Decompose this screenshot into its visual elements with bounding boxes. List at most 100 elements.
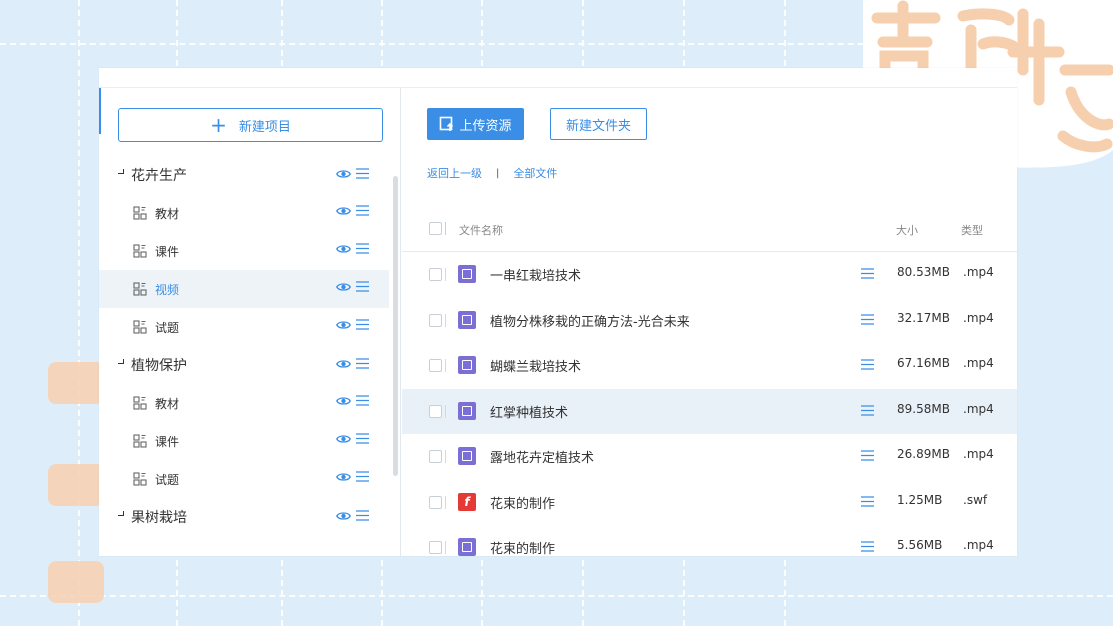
table-row[interactable]: 植物分株移栽的正确方法-光合未来 32.17MB .mp4 (402, 298, 1017, 344)
file-table-header: 文件名称 大小 类型 (402, 208, 1017, 252)
file-name[interactable]: 蝴蝶兰栽培技术 (490, 356, 581, 375)
table-row[interactable]: f 花束的制作 1.25MB .swf (402, 480, 1017, 526)
table-row[interactable]: 蝴蝶兰栽培技术 67.16MB .mp4 (402, 343, 1017, 389)
category-icon (133, 396, 147, 410)
tree-item[interactable]: 试题 (99, 460, 389, 498)
file-panel: 上传资源 新建文件夹 返回上一级 | 全部文件 文件名称 大小 类型 一串红栽培… (402, 88, 1017, 556)
menu-icon[interactable] (356, 167, 369, 183)
column-divider (445, 541, 446, 554)
collapse-toggle-icon[interactable] (118, 169, 125, 177)
eye-icon[interactable] (336, 281, 351, 296)
column-divider (445, 495, 446, 509)
row-actions (336, 205, 369, 220)
file-size: 67.16MB (897, 356, 950, 370)
collapse-toggle-icon[interactable] (118, 359, 125, 367)
menu-icon[interactable] (356, 471, 369, 486)
menu-icon[interactable] (356, 433, 369, 448)
new-project-button[interactable]: + 新建项目 (118, 108, 383, 142)
row-menu-icon[interactable] (861, 450, 874, 465)
collapse-toggle-icon[interactable] (118, 511, 125, 519)
breadcrumb: 返回上一级 | 全部文件 (427, 165, 557, 181)
menu-icon[interactable] (356, 395, 369, 410)
eye-icon[interactable] (336, 319, 351, 334)
sidebar-scrollbar[interactable] (393, 176, 398, 476)
menu-icon[interactable] (356, 319, 369, 334)
type-column-header: 类型 (961, 224, 983, 237)
row-checkbox[interactable] (429, 359, 442, 372)
row-menu-icon[interactable] (861, 404, 874, 420)
row-checkbox[interactable] (429, 268, 442, 281)
eye-icon[interactable] (336, 243, 351, 258)
row-actions (336, 167, 369, 183)
table-row[interactable]: 露地花卉定植技术 26.89MB .mp4 (402, 434, 1017, 480)
row-checkbox[interactable] (429, 450, 442, 463)
row-actions (336, 281, 369, 296)
row-menu-icon[interactable] (861, 313, 874, 329)
tree-group[interactable]: 花卉生产 (99, 156, 389, 194)
background-grid-line (78, 0, 80, 626)
file-name[interactable]: 露地花卉定植技术 (490, 447, 594, 466)
row-actions (336, 509, 369, 525)
file-type: .mp4 (963, 356, 994, 370)
menu-icon[interactable] (356, 205, 369, 220)
upload-resource-button[interactable]: 上传资源 (427, 108, 524, 140)
tree-group-label: 花卉生产 (131, 168, 187, 184)
row-menu-icon[interactable] (861, 495, 874, 511)
file-size: 5.56MB (897, 538, 943, 552)
file-name[interactable]: 一串红栽培技术 (490, 265, 581, 284)
video-file-icon (458, 401, 476, 420)
all-files-link[interactable]: 全部文件 (513, 165, 557, 181)
table-row[interactable]: 一串红栽培技术 80.53MB .mp4 (402, 252, 1017, 298)
seal-watermark-icon (48, 561, 104, 603)
row-menu-icon[interactable] (861, 268, 874, 283)
file-name[interactable]: 红掌种植技术 (490, 402, 568, 421)
window-top-strip (99, 68, 1017, 88)
table-row[interactable]: 红掌种植技术 89.58MB .mp4 (402, 388, 1017, 434)
tree-item[interactable]: 课件 (99, 422, 389, 460)
menu-icon[interactable] (356, 357, 369, 373)
eye-icon[interactable] (336, 205, 351, 220)
eye-icon[interactable] (336, 395, 351, 410)
row-checkbox[interactable] (429, 404, 442, 418)
tree-item[interactable]: 试题 (99, 308, 389, 346)
file-size: 80.53MB (897, 265, 950, 279)
video-file-icon (458, 356, 476, 374)
row-menu-icon[interactable] (861, 541, 874, 556)
row-checkbox[interactable] (429, 541, 442, 554)
background-grid-line (0, 595, 1113, 597)
tree-group[interactable]: 果树栽培 (99, 498, 389, 536)
column-divider (445, 222, 446, 235)
tree-item-label: 试题 (155, 320, 180, 335)
seal-watermark-icon (48, 362, 104, 404)
select-all-checkbox[interactable] (429, 222, 442, 235)
eye-icon[interactable] (336, 471, 351, 486)
tree-item[interactable]: 教材 (99, 384, 389, 422)
tree-item[interactable]: 课件 (99, 232, 389, 270)
new-folder-button[interactable]: 新建文件夹 (550, 108, 647, 140)
eye-icon[interactable] (336, 357, 351, 373)
eye-icon[interactable] (336, 509, 351, 525)
row-checkbox[interactable] (429, 313, 442, 327)
eye-icon[interactable] (336, 433, 351, 448)
menu-icon[interactable] (356, 243, 369, 258)
project-tree: 花卉生产 教材 课件 视频 试题 植物保护 教材 课件 试题 果树栽培 (99, 156, 389, 536)
menu-icon[interactable] (356, 281, 369, 296)
tree-item[interactable]: 视频 (99, 270, 389, 308)
file-name[interactable]: 花束的制作 (490, 493, 555, 512)
row-menu-icon[interactable] (861, 359, 874, 374)
file-name[interactable]: 花束的制作 (490, 538, 555, 556)
tree-item[interactable]: 教材 (99, 194, 389, 232)
tree-group-label: 植物保护 (131, 358, 187, 374)
file-type: .mp4 (963, 265, 994, 279)
row-checkbox[interactable] (429, 495, 442, 509)
file-size: 26.89MB (897, 447, 950, 461)
tree-group[interactable]: 植物保护 (99, 346, 389, 384)
category-icon (133, 472, 147, 486)
column-divider (445, 404, 446, 418)
back-link[interactable]: 返回上一级 (427, 165, 482, 181)
eye-icon[interactable] (336, 167, 351, 183)
table-row[interactable]: 花束的制作 5.56MB .mp4 (402, 525, 1017, 556)
column-divider (445, 450, 446, 463)
menu-icon[interactable] (356, 509, 369, 525)
file-name[interactable]: 植物分株移栽的正确方法-光合未来 (490, 311, 690, 330)
